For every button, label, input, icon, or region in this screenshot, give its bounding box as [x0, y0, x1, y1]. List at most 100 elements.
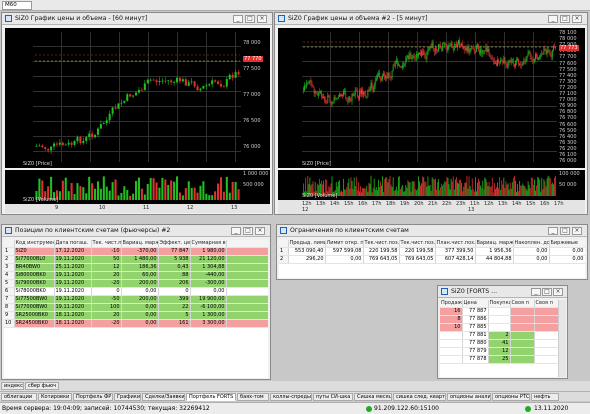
table-row[interactable]: 2 296,20 0,00 769 643,05 769 643,05 607 428,1…	[279, 255, 585, 264]
orderbook-row[interactable]: 16 77 887	[440, 307, 558, 316]
orderbook-row[interactable]: 77 878 25	[440, 355, 558, 364]
tab-12[interactable]: опционы РТС	[492, 393, 530, 401]
orderbook-scrollbar[interactable]	[558, 300, 566, 377]
candle-body	[410, 53, 412, 59]
col-header[interactable]: Продаж	[440, 300, 463, 308]
orderbook-row[interactable]: 77 881 2	[440, 331, 558, 340]
col-header[interactable]: Суммарная в.	[190, 240, 227, 248]
tab-4[interactable]: Сделки/Заявки	[142, 393, 185, 401]
tab-13[interactable]: нефть	[531, 393, 559, 401]
close-button[interactable]: ×	[553, 288, 563, 296]
col-header[interactable]: Лимит откр. п	[325, 240, 364, 248]
tab-10[interactable]: сишка след. квартал	[393, 393, 446, 401]
minimize-button[interactable]: _	[231, 227, 241, 235]
orderbook-table: Продаж Цена Покупка Своя п Своя п 16 77 8…	[440, 300, 558, 364]
candle-body	[149, 79, 152, 81]
col-header[interactable]: Вариац. маржа	[121, 240, 159, 248]
volume-bar	[391, 186, 393, 196]
col-header[interactable]: Цена	[462, 300, 489, 308]
orderbook-row[interactable]: 8 77 886	[440, 315, 558, 324]
price-tick: 77 600	[559, 60, 577, 67]
price-tick: 77 500	[559, 66, 577, 73]
minimize-button[interactable]: _	[548, 15, 558, 23]
maximize-button[interactable]: □	[542, 288, 552, 296]
volume-chart-1[interactable]: 1 000 000 500 000 SiZ0 [Volume]	[5, 170, 270, 204]
orderbook-price-cell: 77 881	[462, 331, 489, 340]
volume-bar	[519, 180, 521, 196]
tab-3[interactable]: Графики	[114, 393, 141, 401]
table-row[interactable]: 6 Si78000BK0 19.11.2020 0 0,00 0 0,00	[4, 287, 268, 296]
candle-body	[409, 53, 411, 56]
price-chart-1[interactable]: 78 000 77 500 77 000 76 500 76 000 77 770 SiZ…	[5, 28, 270, 168]
table-row[interactable]: 5 Si79000BK0 19.11.2020 -20 200,00 206 -300,00	[4, 279, 268, 288]
close-button[interactable]: ×	[257, 15, 267, 23]
volume-bar	[394, 189, 396, 196]
col-header[interactable]: Покупка	[488, 300, 511, 308]
orderbook-row[interactable]: 77 880 41	[440, 339, 558, 348]
table-row[interactable]: 1 SiZ0 17.12.2020 -10 -370,00 77 847 1 980,00	[4, 247, 268, 256]
tab-1[interactable]: сбер фьюч	[25, 382, 59, 390]
table-row[interactable]: 10 SR24500BK0 18.11.2020 -20 0,00 161 3 300,00	[4, 319, 268, 328]
chart-window-1-titlebar[interactable]: SiZ0 График цены и объема - [60 минут] _…	[2, 13, 272, 25]
col-header[interactable]: Тек. чист.поз.	[91, 240, 122, 248]
account-limits-titlebar[interactable]: Ограничения по клиентским счетам _ □ ×	[277, 225, 587, 237]
table-row[interactable]: 2 Si77000BL0 19.11.2020 50 1 480,00 5 938 21 1…	[4, 255, 268, 264]
col-header[interactable]: Тек.чист.поз.	[363, 240, 400, 248]
candle-body	[513, 64, 515, 67]
tab-1[interactable]: Котировки	[38, 393, 72, 401]
col-header[interactable]: Эффект. цена	[158, 240, 191, 248]
col-header[interactable]: Вариац. маржа	[475, 240, 514, 248]
table-row[interactable]: 9 SR25000BK0 18.11.2020 20 0,00 5 1 300,00	[4, 311, 268, 320]
candle-body	[517, 59, 518, 61]
orderbook-buy-cell	[488, 323, 511, 332]
orderbook-titlebar[interactable]: SiZ0 [FORTS ... _ □ ×	[438, 286, 567, 298]
tab-9[interactable]: Сишка месяц	[354, 393, 392, 401]
col-header[interactable]: Биржевые	[549, 240, 585, 248]
table-row[interactable]: 1 553 090,40 597 599,08 220 199,58 220 199,5…	[279, 247, 585, 256]
col-header[interactable]: Дата погаш.	[54, 240, 92, 248]
tab-0[interactable]: индекс	[1, 382, 24, 390]
chart-window-2-titlebar[interactable]: SiZ0 График цены и объема #2 - [5 минут]…	[275, 13, 587, 25]
tab-0[interactable]: облигации	[1, 393, 37, 401]
table-row[interactable]: 3 BR40BW0 25.11.2020 12 186,36 0,43 1 304,88	[4, 263, 268, 272]
col-header[interactable]	[279, 240, 289, 248]
col-header[interactable]: Тек.чист.поз.	[399, 240, 436, 248]
minimize-button[interactable]: _	[531, 288, 541, 296]
col-header[interactable]	[226, 240, 268, 248]
tab-7[interactable]: коллы-спреды	[270, 393, 312, 401]
col-header[interactable]	[4, 240, 15, 248]
close-button[interactable]: ×	[572, 15, 582, 23]
tab-2[interactable]: Портфель ФР	[73, 393, 113, 401]
col-header[interactable]: Предыд. лими.	[288, 240, 326, 248]
tab-6[interactable]: баях-том	[237, 393, 269, 401]
close-button[interactable]: ×	[255, 227, 265, 235]
tab-5[interactable]: Портфель FORTS	[186, 393, 236, 401]
volume-bar	[382, 176, 384, 196]
table-row[interactable]: 7 Si77500BW0 19.11.2020 -50 200,00 399 19 900,…	[4, 295, 268, 304]
orderbook-row[interactable]: 77 879 12	[440, 347, 558, 356]
candle-body	[346, 97, 348, 99]
tab-11[interactable]: опционы анализ	[447, 393, 491, 401]
col-header[interactable]: Своя п	[510, 300, 535, 308]
price-chart-2[interactable]: 78 10078 00077 90077 80077 70077 60077 5…	[278, 28, 585, 168]
volume-chart-2[interactable]: 100 000 50 000 SiZ0 [Volume]	[278, 170, 585, 200]
positions-titlebar[interactable]: Позиции по клиентским счетам (фьючерсы) …	[2, 225, 270, 237]
col-header[interactable]: Накоплен. доход	[513, 240, 550, 248]
candle-body	[401, 67, 402, 69]
maximize-button[interactable]: □	[243, 227, 253, 235]
timeframe-select[interactable]: M60	[2, 1, 32, 10]
minimize-button[interactable]: _	[233, 15, 243, 23]
close-button[interactable]: ×	[572, 227, 582, 235]
maximize-button[interactable]: □	[560, 227, 570, 235]
col-header[interactable]: План.чист.поз.	[435, 240, 476, 248]
col-header[interactable]: Код инструмента	[14, 240, 55, 248]
orderbook-row[interactable]: 10 77 885	[440, 323, 558, 332]
table-cell: 60,00	[121, 271, 159, 280]
tab-8[interactable]: путы СИ-шка	[313, 393, 353, 401]
table-row[interactable]: 4 Si80000BK0 19.11.2020 20 60,00 88 -440,00	[4, 271, 268, 280]
maximize-button[interactable]: □	[560, 15, 570, 23]
minimize-button[interactable]: _	[548, 227, 558, 235]
maximize-button[interactable]: □	[245, 15, 255, 23]
col-header[interactable]: Своя п	[534, 300, 558, 308]
table-row[interactable]: 8 Si77000BW0 19.11.2020 100 0,00 22 -6 100,00	[4, 303, 268, 312]
